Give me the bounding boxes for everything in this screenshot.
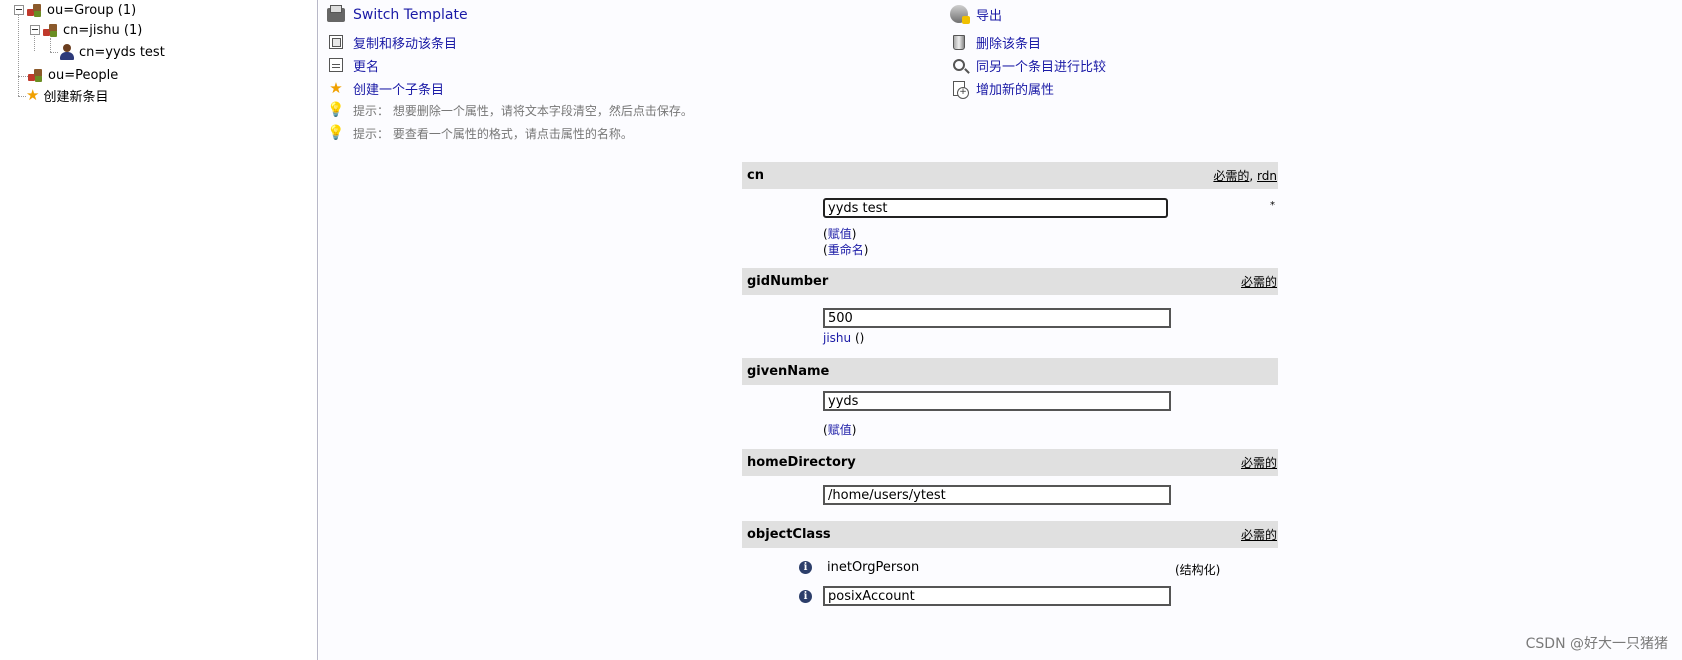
add-attribute-label[interactable]: 增加新的属性	[976, 79, 1054, 98]
info-icon[interactable]: i	[799, 590, 812, 603]
add-attribute-icon	[950, 79, 969, 99]
switch-template-button[interactable]: Switch Template	[327, 5, 468, 25]
export-button[interactable]: 导出	[950, 4, 1002, 24]
attribute-header-gidnumber: gidNumber 必需的	[742, 268, 1278, 295]
delete-label[interactable]: 删除该条目	[976, 33, 1041, 52]
create-child-entry-button[interactable]: ★ 创建一个子条目	[327, 78, 444, 98]
switch-template-label[interactable]: Switch Template	[353, 7, 468, 23]
cn-assign-link[interactable]: (赋值)	[823, 225, 856, 242]
hint-attribute-format: 💡 提示： 要查看一个属性的格式，请点击属性的名称。	[327, 123, 633, 143]
copy-icon	[327, 33, 345, 51]
tree-node-create-new[interactable]: ★ 创建新条目	[26, 85, 108, 105]
required-note: 必需的	[1241, 273, 1278, 290]
organizational-unit-icon	[27, 3, 43, 17]
attribute-header-objectclass: objectClass 必需的	[742, 521, 1278, 548]
group-suffix: ()	[851, 331, 865, 345]
collapse-toggle-icon[interactable]	[30, 25, 40, 35]
tree-node-ou-people[interactable]: ou=People	[28, 66, 118, 84]
tree-node-label[interactable]: ou=Group (1)	[47, 3, 136, 18]
cn-value-input[interactable]: yyds test	[823, 198, 1168, 218]
separator: ,	[1249, 169, 1258, 183]
user-icon	[59, 44, 75, 60]
gidnumber-group-link[interactable]: jishu ()	[823, 331, 864, 345]
paren: )	[851, 227, 857, 241]
tree-node-label[interactable]: ou=People	[48, 68, 118, 83]
tree-node-cn-yyds-test[interactable]: cn=yyds test	[59, 43, 165, 61]
export-icon	[950, 5, 970, 24]
objectclass-value-input[interactable]: posixAccount	[823, 586, 1171, 606]
attribute-name-link[interactable]: gidNumber	[747, 274, 828, 289]
trash-icon	[950, 33, 968, 51]
required-note: 必需的, rdn	[1213, 167, 1278, 184]
info-icon[interactable]: i	[799, 561, 812, 574]
required-note: 必需的	[1241, 526, 1278, 543]
homedirectory-value-input[interactable]: /home/users/ytest	[823, 485, 1171, 505]
rename-label[interactable]: 更名	[353, 56, 379, 75]
gidnumber-value-input[interactable]: 500	[823, 308, 1171, 328]
required-label: 必需的	[1240, 528, 1277, 542]
rdn-label: rdn	[1257, 169, 1277, 183]
magnifier-icon	[950, 56, 968, 74]
assign-link[interactable]: 赋值	[828, 227, 852, 241]
required-label: 必需的	[1213, 169, 1250, 183]
rename-icon	[327, 56, 345, 74]
rename-button[interactable]: 更名	[327, 55, 379, 75]
star-icon: ★	[329, 78, 343, 97]
attribute-header-cn: cn 必需的, rdn	[742, 162, 1278, 189]
collapse-toggle-icon[interactable]	[14, 5, 24, 15]
create-child-label[interactable]: 创建一个子条目	[353, 79, 444, 98]
tree-node-label[interactable]: cn=jishu (1)	[63, 23, 142, 38]
objectclass-value-static: inetOrgPerson	[827, 560, 920, 575]
lightbulb-icon: 💡	[327, 102, 345, 118]
assign-link[interactable]: 赋值	[828, 423, 852, 437]
paren: )	[851, 423, 857, 437]
givenname-value-input[interactable]: yyds	[823, 391, 1171, 411]
star-icon: ★	[26, 85, 40, 104]
modified-marker: *	[1270, 200, 1275, 211]
tree-connector	[18, 96, 26, 97]
tree-connector	[18, 76, 19, 96]
tree-connector	[50, 52, 58, 53]
template-icon	[327, 5, 345, 24]
hint-delete-attribute: 💡 提示： 想要删除一个属性，请将文本字段清空，然后点击保存。	[327, 100, 693, 120]
lightbulb-icon: 💡	[327, 125, 345, 141]
tree-connector	[18, 14, 19, 76]
tree-node-label[interactable]: cn=yyds test	[79, 45, 165, 60]
givenname-assign-link[interactable]: (赋值)	[823, 421, 856, 438]
rename-link[interactable]: 重命名	[828, 243, 864, 257]
organizational-unit-icon	[28, 68, 44, 82]
attribute-name-link[interactable]: givenName	[747, 364, 829, 379]
export-label[interactable]: 导出	[976, 5, 1002, 24]
structural-note: (结构化)	[1175, 563, 1221, 577]
tree-node-ou-group[interactable]: ou=Group (1)	[14, 1, 136, 19]
tree-connector	[18, 76, 28, 77]
entry-editor-panel: Switch Template 复制和移动该条目 更名 ★ 创建一个子条目 💡 …	[319, 0, 1682, 660]
compare-entry-button[interactable]: 同另一个条目进行比较	[950, 55, 1106, 75]
group-icon	[43, 23, 59, 37]
copy-move-entry-button[interactable]: 复制和移动该条目	[327, 32, 457, 52]
hint-text: 提示： 想要删除一个属性，请将文本字段清空，然后点击保存。	[353, 103, 693, 118]
required-label: 必需的	[1240, 275, 1277, 289]
paren: )	[863, 243, 869, 257]
copy-move-label[interactable]: 复制和移动该条目	[353, 33, 457, 52]
attribute-name-link[interactable]: cn	[747, 168, 764, 183]
tree-connector	[50, 38, 51, 52]
tree-node-label[interactable]: 创建新条目	[43, 86, 108, 105]
hint-text: 提示： 要查看一个属性的格式，请点击属性的名称。	[353, 126, 633, 141]
delete-entry-button[interactable]: 删除该条目	[950, 32, 1041, 52]
attribute-name-link[interactable]: homeDirectory	[747, 455, 856, 470]
ldap-tree-panel: ou=Group (1) cn=jishu (1) cn=yyds test o…	[0, 0, 318, 660]
compare-label[interactable]: 同另一个条目进行比较	[976, 56, 1106, 75]
watermark: CSDN @好大一只猪猪	[1525, 636, 1668, 652]
cn-rename-link[interactable]: (重命名)	[823, 241, 868, 258]
group-link[interactable]: jishu	[823, 331, 851, 345]
add-attribute-button[interactable]: 增加新的属性	[950, 78, 1054, 99]
attribute-header-givenname: givenName	[742, 358, 1278, 385]
tree-node-cn-jishu[interactable]: cn=jishu (1)	[30, 21, 142, 39]
required-note: 必需的	[1241, 454, 1278, 471]
required-label: 必需的	[1240, 456, 1277, 470]
attribute-header-homedirectory: homeDirectory 必需的	[742, 449, 1278, 476]
attribute-name-link[interactable]: objectClass	[747, 527, 831, 542]
